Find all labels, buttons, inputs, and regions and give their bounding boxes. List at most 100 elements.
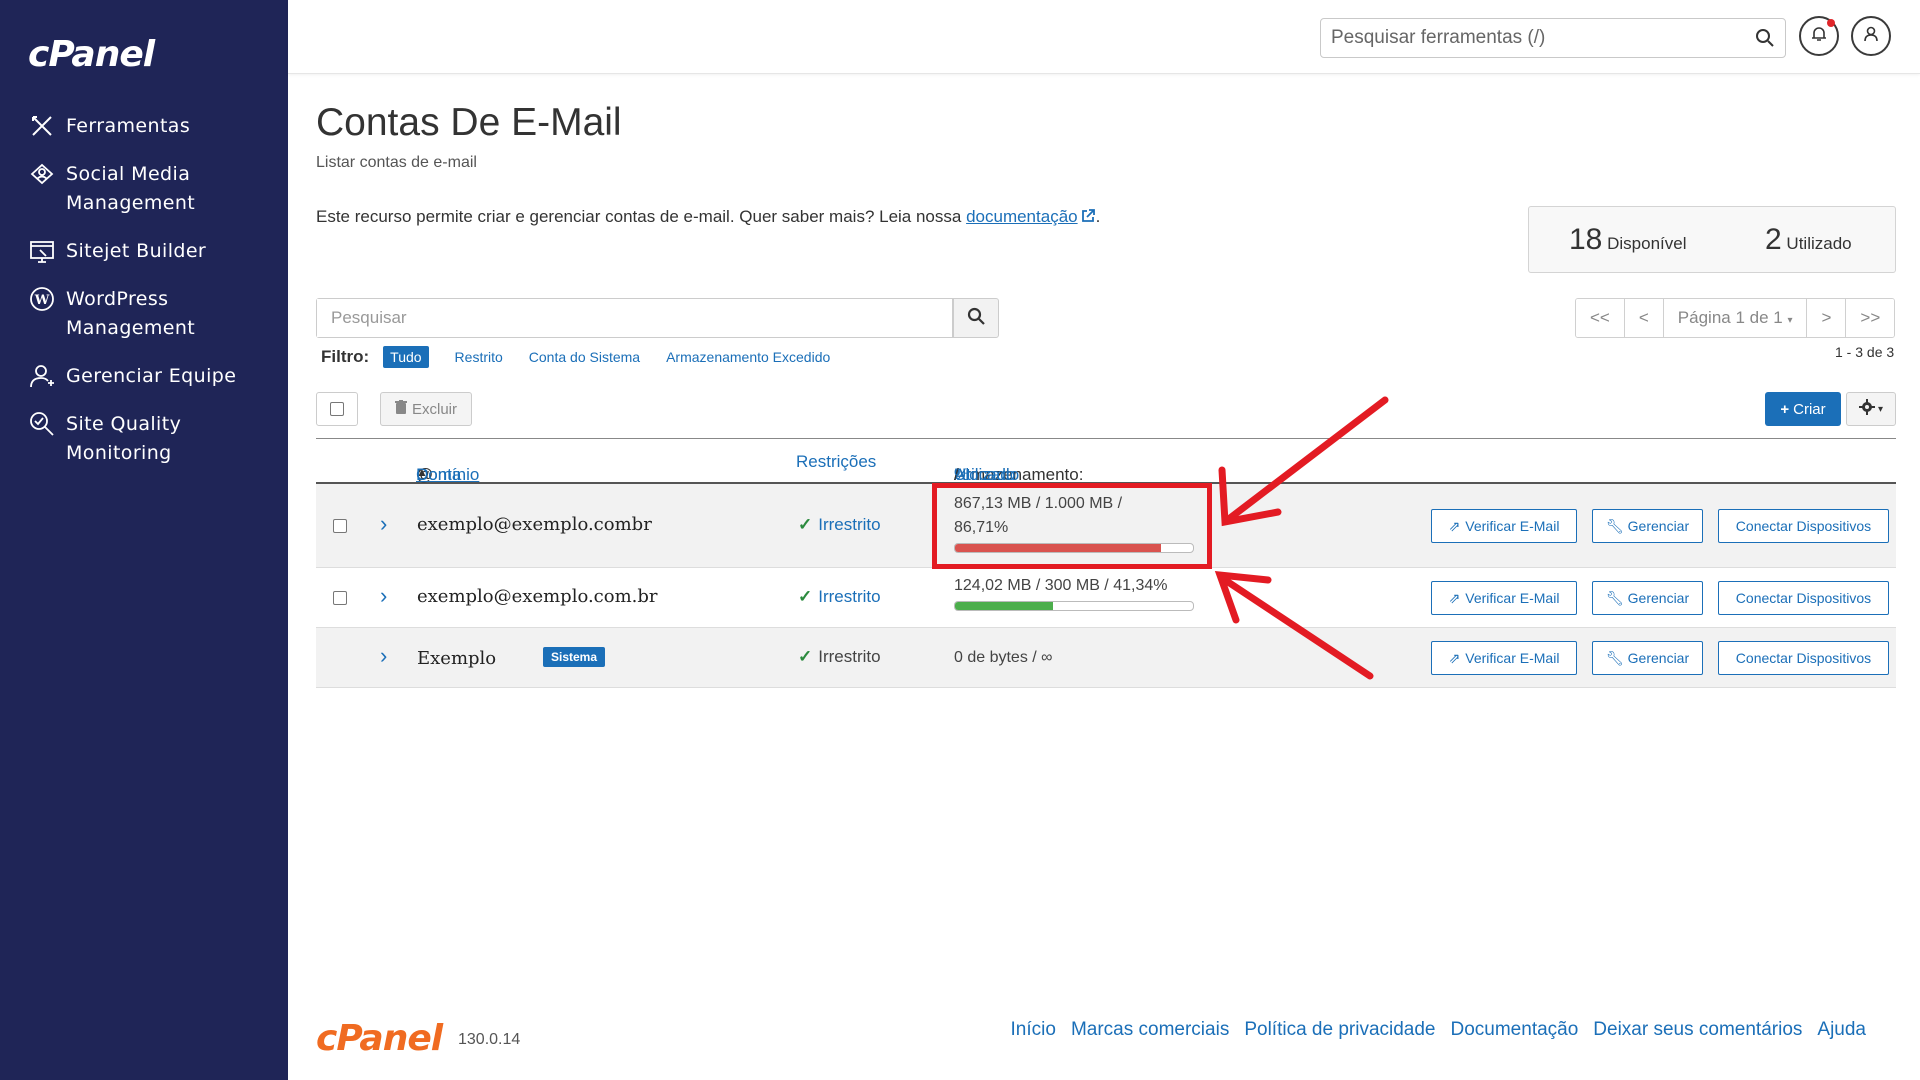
used-label: Utilizado [1786, 234, 1852, 253]
account-stats: 18 Disponível 2 Utilizado [1528, 206, 1896, 273]
chevron-right-icon[interactable]: › [380, 643, 387, 669]
search-icon[interactable] [1755, 28, 1775, 48]
verify-email-button[interactable]: ⇗ Verificar E-Mail [1431, 581, 1577, 615]
sidebar-item-wordpress[interactable]: W WordPress Management [0, 285, 288, 343]
sidebar-item-team[interactable]: Gerenciar Equipe [0, 362, 288, 391]
page-first-button[interactable]: << [1576, 299, 1625, 337]
sidebar-item-sitejet[interactable]: Sitejet Builder [0, 237, 288, 266]
system-badge: Sistema [543, 647, 606, 667]
restriction-link[interactable]: ✓ Irrestrito [798, 515, 881, 535]
sidebar-item-social-media[interactable]: Social Media Management [0, 160, 288, 218]
settings-dropdown-button[interactable]: ▾ [1846, 392, 1896, 426]
footer-link-ajuda[interactable]: Ajuda [1817, 1019, 1866, 1041]
filter-conta-sistema[interactable]: Conta do Sistema [529, 349, 640, 365]
footer-links: Início Marcas comerciais Política de pri… [996, 1019, 1866, 1041]
footer-link-privacidade[interactable]: Política de privacidade [1244, 1019, 1435, 1041]
connect-devices-button[interactable]: Conectar Dispositivos [1718, 509, 1889, 543]
create-button[interactable]: + Criar [1765, 392, 1841, 426]
available-label: Disponível [1607, 234, 1687, 253]
external-link-icon: ⇗ [1448, 517, 1461, 534]
result-range: 1 - 3 de 3 [1835, 344, 1895, 360]
row-checkbox[interactable] [333, 519, 347, 533]
manage-button[interactable]: 🔧︎ Gerenciar [1592, 641, 1703, 675]
manage-button[interactable]: 🔧︎ Gerenciar [1592, 581, 1703, 615]
site-quality-icon [28, 410, 56, 438]
svg-text:W: W [34, 293, 50, 308]
sidebar-item-label: Social Media Management [66, 163, 196, 214]
verify-email-button[interactable]: ⇗ Verificar E-Mail [1431, 509, 1577, 543]
manage-button[interactable]: 🔧︎ Gerenciar [1592, 509, 1703, 543]
caret-down-icon: ▾ [1877, 403, 1884, 415]
top-bar [288, 0, 1920, 74]
sidebar-item-label: Gerenciar Equipe [66, 365, 237, 387]
user-menu-button[interactable] [1851, 16, 1891, 56]
footer-cpanel-logo: cPanel [316, 1018, 443, 1059]
sidebar-item-site-quality[interactable]: Site Quality Monitoring [0, 410, 288, 468]
restriction-link[interactable]: ✓ Irrestrito [798, 587, 881, 607]
gear-icon [1858, 398, 1875, 420]
page-select[interactable]: Página 1 de 1 ▾ [1663, 299, 1808, 337]
storage-text-line1: 0 de bytes / ∞ [954, 649, 1053, 666]
description-text: Este recurso permite criar e gerenciar c… [316, 207, 967, 226]
checkbox[interactable] [330, 402, 344, 416]
page-description: Este recurso permite criar e gerenciar c… [316, 207, 1100, 227]
description-end: . [1095, 207, 1101, 226]
select-all-checkbox[interactable] [316, 392, 358, 426]
wordpress-icon: W [28, 285, 56, 313]
page-prev-button[interactable]: < [1624, 299, 1664, 337]
sidebar-item-ferramentas[interactable]: Ferramentas [0, 112, 288, 141]
footer-link-inicio[interactable]: Início [1011, 1019, 1056, 1041]
page-subtitle: Listar contas de e-mail [316, 154, 477, 171]
tool-search-input[interactable] [1321, 19, 1741, 57]
external-link-icon: ⇗ [1448, 649, 1461, 666]
version-label: 130.0.14 [458, 1031, 521, 1048]
restriction-status: ✓ Irrestrito [798, 647, 881, 666]
filter-armazenamento-excedido[interactable]: Armazenamento Excedido [666, 349, 830, 365]
email-search-button[interactable] [953, 298, 999, 338]
wrench-icon: 🔧︎ [1605, 649, 1624, 666]
connect-devices-button[interactable]: Conectar Dispositivos [1718, 641, 1889, 675]
plus-icon: + [1780, 400, 1790, 418]
footer-link-marcas[interactable]: Marcas comerciais [1071, 1019, 1229, 1041]
table-row: › exemplo@exemplo.com.br ✓ Irrestrito 124… [316, 568, 1896, 628]
storage-usage: 124,02 MB / 300 MB / 41,34% [954, 574, 1194, 611]
page-last-button[interactable]: >> [1846, 299, 1895, 337]
filter-tudo[interactable]: Tudo [383, 346, 429, 368]
sort-percent[interactable]: % [954, 465, 969, 485]
checkmark-icon: ✓ [798, 587, 813, 606]
filter-label: Filtro: [321, 347, 370, 366]
table-header: Conta ▲ @ Domínio Restrições Armazenamen… [316, 438, 1896, 484]
sidebar-item-label: Sitejet Builder [66, 240, 207, 262]
stat-used: 2 Utilizado [1765, 223, 1852, 257]
cpanel-logo[interactable]: cPanel [28, 34, 155, 75]
page-title: Contas De E-Mail [316, 101, 622, 144]
footer-link-comentarios[interactable]: Deixar seus comentários [1593, 1019, 1802, 1041]
search-icon [967, 307, 985, 330]
storage-progress-fill [955, 602, 1054, 610]
filter-restrito[interactable]: Restrito [455, 349, 503, 365]
verify-email-button[interactable]: ⇗ Verificar E-Mail [1431, 641, 1577, 675]
account-email: exemplo@exemplo.combr [417, 514, 652, 535]
bell-icon [1810, 25, 1828, 48]
team-icon [28, 362, 56, 390]
column-restrictions[interactable]: Restrições [796, 452, 876, 472]
sidebar: cPanel Ferramentas Social Media Manageme… [0, 0, 288, 1080]
chevron-right-icon[interactable]: › [380, 583, 387, 609]
account-name: Exemplo [417, 648, 497, 669]
account-email: exemplo@exemplo.com.br [417, 586, 658, 607]
documentation-link[interactable]: documentação [966, 207, 1096, 226]
trash-icon [394, 400, 407, 418]
chevron-right-icon[interactable]: › [380, 511, 387, 537]
footer-link-documentacao[interactable]: Documentação [1451, 1019, 1579, 1041]
connect-devices-button[interactable]: Conectar Dispositivos [1718, 581, 1889, 615]
stat-available: 18 Disponível [1569, 223, 1686, 257]
delete-button[interactable]: Excluir [380, 392, 472, 426]
tools-icon [28, 112, 56, 140]
external-link-icon: ⇗ [1448, 589, 1461, 606]
email-search-input[interactable] [317, 299, 952, 337]
wrench-icon: 🔧︎ [1605, 589, 1624, 606]
row-checkbox[interactable] [333, 591, 347, 605]
social-media-icon [28, 160, 56, 188]
notifications-button[interactable] [1799, 16, 1839, 56]
page-next-button[interactable]: > [1807, 299, 1847, 337]
